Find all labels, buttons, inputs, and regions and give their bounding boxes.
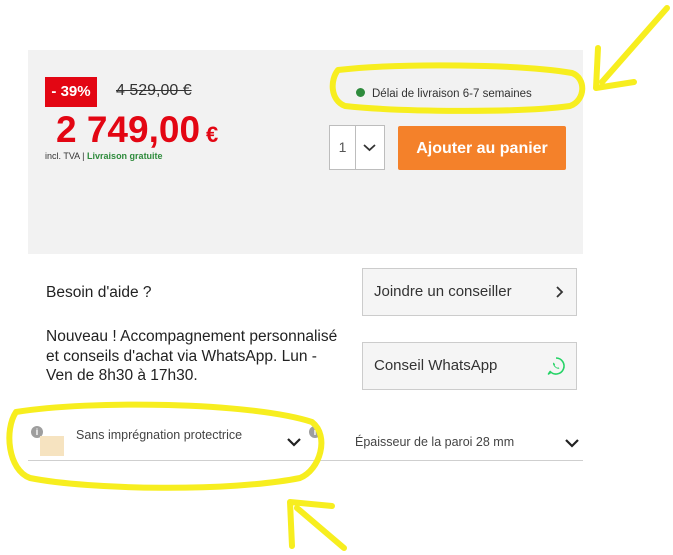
contact-advisor-label: Joindre un conseiller: [374, 283, 512, 300]
contact-advisor-button[interactable]: Joindre un conseiller: [362, 268, 577, 316]
chevron-right-icon: [554, 285, 564, 303]
chevron-down-icon[interactable]: [564, 436, 580, 454]
add-to-cart-button[interactable]: Ajouter au panier: [398, 126, 566, 170]
whatsapp-label: Conseil WhatsApp: [374, 357, 498, 374]
delivery-status-dot-icon: [356, 88, 365, 98]
whatsapp-info-text: Nouveau ! Accompagnement personnalisé et…: [46, 328, 338, 384]
color-swatch: [40, 436, 64, 456]
delivery-label: Délai de livraison 6-7 semaines: [372, 88, 532, 100]
tax-label: incl. TVA |: [45, 151, 85, 161]
price-currency: €: [206, 122, 219, 147]
delivery-time: Délai de livraison 6-7 semaines: [356, 88, 532, 100]
highlight-arrow-top-shaft: [599, 5, 670, 85]
current-price: 2 749,00 €: [56, 108, 218, 157]
free-shipping-label: Livraison gratuite: [87, 151, 163, 161]
help-label: Besoin d'aide ?: [46, 284, 152, 301]
highlight-arrow-bottom-shaft: [294, 505, 347, 551]
impregnation-option-label: Sans imprégnation protectrice: [76, 428, 243, 442]
whatsapp-button[interactable]: Conseil WhatsApp: [362, 342, 577, 390]
whatsapp-icon: [546, 356, 566, 380]
info-icon[interactable]: i: [309, 426, 321, 438]
wall-thickness-option-label: Épaisseur de la paroi 28 mm: [355, 435, 515, 449]
quantity-value: 1: [330, 126, 356, 169]
chevron-down-icon[interactable]: [355, 126, 384, 169]
impregnation-option-select[interactable]: i Sans imprégnation protectrice: [28, 420, 304, 461]
quantity-select[interactable]: 1: [329, 125, 385, 170]
tax-note: incl. TVA | Livraison gratuite: [45, 151, 163, 161]
discount-badge: - 39%: [45, 77, 97, 107]
chevron-down-icon[interactable]: [286, 435, 302, 453]
price-amount: 2 749,00: [56, 109, 201, 150]
wall-thickness-option-select[interactable]: i Épaisseur de la paroi 28 mm: [304, 420, 583, 461]
highlight-arrow-bottom-head: [287, 499, 335, 549]
old-price: 4 529,00 €: [116, 82, 192, 99]
highlight-arrow-top-head: [593, 45, 637, 91]
